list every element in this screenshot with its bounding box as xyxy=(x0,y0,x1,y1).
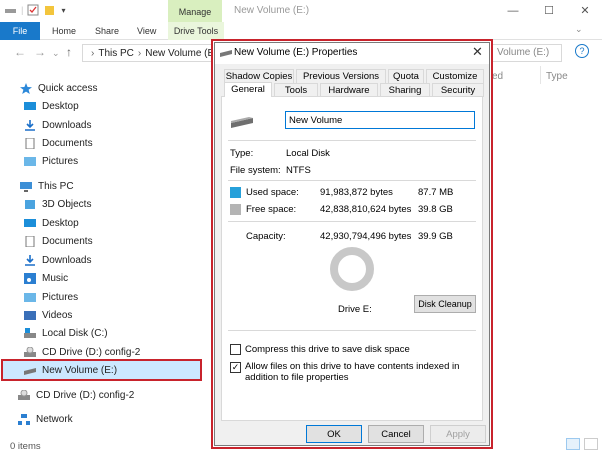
highlight-box-dialog xyxy=(211,39,493,449)
new-folder-icon[interactable] xyxy=(44,4,57,16)
column-header-ed[interactable]: ed xyxy=(492,71,503,82)
search-input[interactable]: Volume (E:) xyxy=(492,44,562,62)
up-arrow-icon[interactable]: ↑ xyxy=(66,45,72,59)
breadcrumb-volume[interactable]: New Volume (E:) xyxy=(145,48,211,59)
download-icon xyxy=(24,254,37,266)
drive-icon[interactable] xyxy=(4,4,17,16)
close-window-button[interactable]: ✕ xyxy=(572,3,598,19)
nav-downloads[interactable]: Downloads xyxy=(24,251,91,269)
chevron-right-icon: › xyxy=(137,47,142,59)
nav-this-pc[interactable]: This PC xyxy=(20,177,74,195)
file-tab[interactable]: File xyxy=(0,22,40,40)
manage-tab[interactable]: Manage xyxy=(168,0,222,22)
nav-3d-objects[interactable]: 3D Objects xyxy=(24,195,91,213)
breadcrumb-this-pc[interactable]: This PC xyxy=(98,48,134,59)
documents-icon xyxy=(24,137,37,149)
highlight-box-nav xyxy=(1,359,202,381)
pictures-icon xyxy=(24,292,37,303)
properties-icon[interactable] xyxy=(27,4,40,16)
nav-desktop[interactable]: Desktop xyxy=(24,214,79,232)
download-icon xyxy=(24,119,37,131)
nav-qa-pictures[interactable]: Pictures📌 xyxy=(24,152,224,170)
large-icons-view-icon[interactable] xyxy=(584,438,598,450)
quick-access-toolbar: | ▾ xyxy=(4,4,65,16)
network-icon xyxy=(18,413,31,425)
nav-network[interactable]: Network xyxy=(18,410,73,428)
status-item-count: 0 items xyxy=(10,441,41,452)
help-icon[interactable]: ? xyxy=(575,44,589,58)
nav-quick-access[interactable]: Quick access xyxy=(20,79,97,97)
nav-qa-documents[interactable]: Documents📌 xyxy=(24,134,224,152)
tab-view[interactable]: View xyxy=(137,22,156,40)
computer-icon xyxy=(20,181,33,192)
tab-general[interactable]: General xyxy=(224,82,272,97)
nav-music[interactable]: Music xyxy=(24,269,68,287)
forward-arrow-icon[interactable]: → xyxy=(34,45,46,59)
pictures-icon xyxy=(24,156,37,167)
window-title: New Volume (E:) xyxy=(234,5,310,16)
minimize-button[interactable]: — xyxy=(500,3,526,19)
star-icon xyxy=(20,82,33,94)
tab-home[interactable]: Home xyxy=(52,22,76,40)
tab-share[interactable]: Share xyxy=(95,22,119,40)
videos-icon xyxy=(24,310,37,321)
ribbon-bar xyxy=(0,22,602,40)
back-arrow-icon[interactable]: ← xyxy=(14,45,26,59)
desktop-icon xyxy=(24,101,37,112)
windows-drive-icon xyxy=(24,327,37,339)
nav-qa-downloads[interactable]: Downloads📌 xyxy=(24,116,224,134)
nav-documents[interactable]: Documents xyxy=(24,232,93,250)
nav-videos[interactable]: Videos xyxy=(24,306,72,324)
ribbon-expand-icon[interactable]: ⌄ xyxy=(575,24,583,35)
nav-qa-desktop[interactable]: Desktop📌 xyxy=(24,97,224,115)
cube-icon xyxy=(24,199,37,210)
details-view-icon[interactable] xyxy=(566,438,580,450)
desktop-icon xyxy=(24,218,37,229)
maximize-button[interactable]: ☐ xyxy=(536,3,562,19)
address-bar[interactable]: › This PC › New Volume (E:) xyxy=(82,44,212,62)
cd-drive-icon xyxy=(18,389,31,401)
recent-dropdown-icon[interactable]: ⌄ xyxy=(52,48,60,59)
nav-local-disk-c[interactable]: Local Disk (C:) xyxy=(24,324,108,342)
cd-drive-icon xyxy=(24,346,37,358)
nav-pictures[interactable]: Pictures xyxy=(24,288,78,306)
music-icon xyxy=(24,272,37,284)
documents-icon xyxy=(24,235,37,247)
chevron-right-icon: › xyxy=(91,47,95,59)
separator: | xyxy=(21,4,24,16)
qat-dropdown-icon[interactable]: ▾ xyxy=(61,6,65,15)
column-divider xyxy=(540,66,541,84)
column-header-type[interactable]: Type xyxy=(546,71,568,82)
tab-drive-tools[interactable]: Drive Tools xyxy=(168,22,224,40)
nav-cd-drive-d-root[interactable]: CD Drive (D:) config-2 xyxy=(18,386,134,404)
view-buttons xyxy=(566,438,598,450)
